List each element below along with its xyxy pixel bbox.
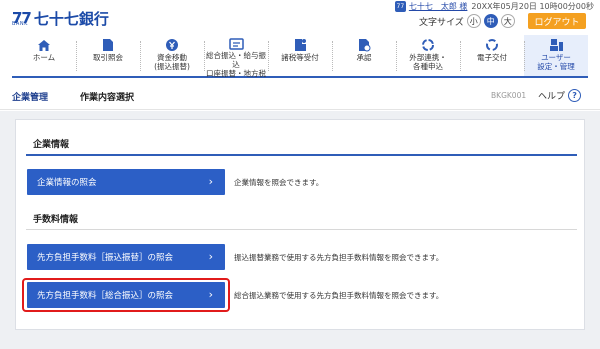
text-size-large-button[interactable]: 大	[500, 14, 515, 28]
text-size-medium-button[interactable]: 中	[483, 14, 498, 28]
nav-external-link[interactable]: 外部連携・ 各種申込	[396, 35, 460, 76]
user-name-link[interactable]: 七十七 太郎 様	[409, 1, 468, 12]
user-info: 77 七十七 太郎 様 20XX年05月20日 10時00分00秒	[394, 1, 594, 12]
section-rule	[26, 154, 577, 156]
text-size-small-button[interactable]: 小	[466, 14, 481, 28]
nav-label: 電子交付	[477, 53, 507, 62]
nav-label: 諸税等受付	[281, 53, 319, 62]
section-title-fee-info: 手数料情報	[33, 215, 79, 225]
link-icon	[420, 38, 436, 52]
nav-label: 外部連携・ 各種申込	[409, 53, 447, 71]
help-label: ヘルプ	[538, 92, 566, 102]
global-nav: ホーム 取引照会 資金移動 (振込振替) 総合振込・給与振込 口座振替・地方税 …	[12, 35, 588, 78]
logout-button[interactable]: ログアウト	[528, 13, 586, 29]
page-subheader: 企業管理 作業内容選択 BKGK001 ヘルプ ?	[0, 80, 600, 110]
bank-logo[interactable]: 77 BANK 七十七銀行	[12, 8, 109, 28]
nav-label: 総合振込・給与振込 口座振替・地方税	[206, 51, 266, 78]
button-label: 先方負担手数料［振込振替］の照会	[37, 253, 174, 263]
help-link[interactable]: ヘルプ ?	[538, 89, 582, 102]
nav-bulk-transfer[interactable]: 総合振込・給与振込 口座振替・地方税	[204, 35, 268, 78]
nav-tax-payment[interactable]: 諸税等受付	[268, 35, 332, 76]
tax-icon	[292, 38, 308, 52]
yen-coin-icon	[164, 38, 180, 52]
app-header: 77 BANK 七十七銀行 77 七十七 太郎 様 20XX年05月20日 10…	[0, 0, 600, 34]
page-title: 作業内容選択	[80, 93, 135, 103]
nav-e-delivery[interactable]: 電子交付	[460, 35, 524, 76]
button-label: 企業情報の照会	[37, 178, 97, 188]
nav-label: 承認	[356, 53, 372, 62]
section-rule	[26, 229, 577, 230]
sync-icon	[484, 38, 500, 52]
screen-id: BKGK001	[491, 91, 527, 100]
nav-label: 取引照会	[93, 53, 123, 62]
chevron-right-icon: ›	[208, 175, 213, 188]
nav-home[interactable]: ホーム	[12, 35, 76, 76]
document-icon	[100, 38, 116, 52]
help-icon: ?	[568, 89, 582, 102]
approval-icon	[356, 38, 372, 52]
nav-approval[interactable]: 承認	[332, 35, 396, 76]
text-size-selector: 文字サイズ 小 中 大	[419, 14, 515, 28]
breadcrumb-section: 企業管理	[12, 93, 49, 103]
nav-label: ユーザー 設定・管理	[537, 53, 575, 71]
nav-label: 資金移動 (振込振替)	[154, 53, 190, 71]
nav-fund-transfer[interactable]: 資金移動 (振込振替)	[140, 35, 204, 76]
chevron-right-icon: ›	[208, 250, 213, 263]
highlight-frame	[22, 278, 230, 312]
logo-mark-sub: BANK	[12, 21, 28, 27]
bank-name: 七十七銀行	[33, 10, 109, 28]
section-title-company-info: 企業情報	[33, 140, 70, 150]
transfer-card-icon	[228, 38, 244, 50]
fee-bulk-transfer-description: 総合振込業務で使用する先方負担手数料情報を照会できます。	[234, 291, 444, 300]
fee-transfer-inquiry-button[interactable]: 先方負担手数料［振込振替］の照会 ›	[27, 244, 225, 270]
last-login-time: 20XX年05月20日 10時00分00秒	[471, 2, 594, 11]
nav-label: ホーム	[32, 53, 56, 62]
user-badge-icon: 77	[394, 1, 406, 12]
company-info-inquiry-button[interactable]: 企業情報の照会 ›	[27, 169, 225, 195]
text-size-label: 文字サイズ	[419, 17, 464, 28]
company-info-description: 企業情報を照会できます。	[234, 178, 324, 187]
user-settings-icon	[548, 38, 564, 52]
nav-user-settings[interactable]: ユーザー 設定・管理	[524, 35, 588, 76]
fee-transfer-description: 振込振替業務で使用する先方負担手数料情報を照会できます。	[234, 253, 444, 262]
nav-inquiry[interactable]: 取引照会	[76, 35, 140, 76]
home-icon	[36, 38, 52, 52]
